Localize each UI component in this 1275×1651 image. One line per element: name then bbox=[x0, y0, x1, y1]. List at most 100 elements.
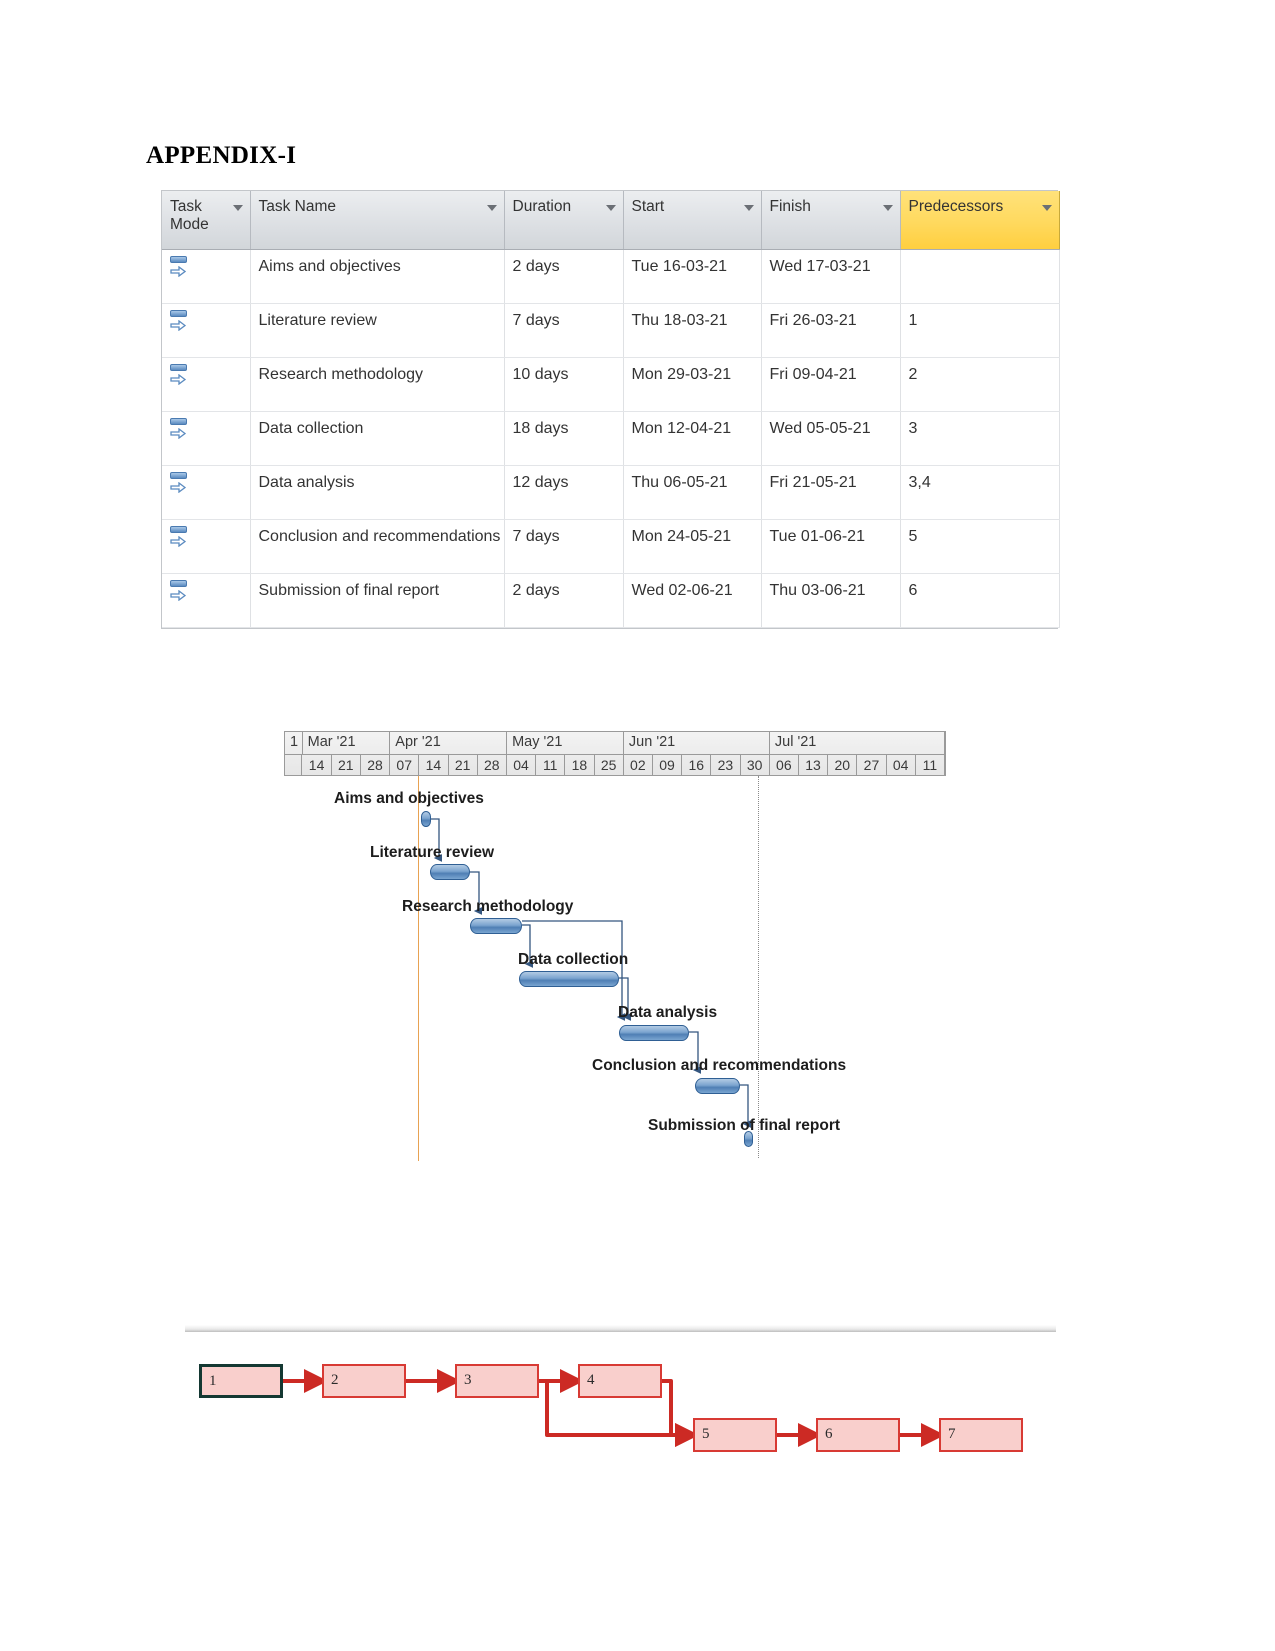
filter-arrow-icon[interactable] bbox=[605, 205, 616, 211]
cell-duration[interactable]: 12 days bbox=[504, 465, 624, 520]
cell-task-mode[interactable] bbox=[162, 411, 251, 466]
gantt-week-cell: 09 bbox=[652, 754, 683, 776]
gantt-week-cell: 30 bbox=[740, 754, 770, 776]
gantt-week-cell: 11 bbox=[915, 754, 945, 776]
task-table: Task Mode Task Name Duration Start Finis… bbox=[162, 191, 1060, 628]
filter-arrow-icon[interactable] bbox=[882, 205, 893, 211]
column-header-predecessors[interactable]: Predecessors bbox=[900, 191, 1060, 250]
column-header-task-name[interactable]: Task Name bbox=[250, 191, 505, 250]
network-node-5[interactable]: 5 bbox=[693, 1418, 777, 1452]
cell-start[interactable]: Mon 29-03-21 bbox=[623, 357, 762, 412]
cell-task-name[interactable]: Conclusion and recommendations bbox=[250, 519, 505, 574]
filter-arrow-icon[interactable] bbox=[1041, 205, 1052, 211]
cell-task-mode[interactable] bbox=[162, 249, 251, 304]
gantt-bar[interactable] bbox=[519, 971, 619, 988]
gantt-bar-label: Conclusion and recommendations bbox=[592, 1057, 847, 1074]
gantt-deadline-line bbox=[758, 776, 759, 1158]
table-row[interactable]: Research methodology 10 days Mon 29-03-21 F… bbox=[162, 357, 1060, 412]
gantt-bar-label: Research methodology bbox=[402, 898, 574, 915]
cell-duration[interactable]: 7 days bbox=[504, 303, 624, 358]
cell-task-mode[interactable] bbox=[162, 303, 251, 358]
cell-predecessors[interactable]: 3,4 bbox=[900, 465, 1060, 520]
cell-task-mode[interactable] bbox=[162, 519, 251, 574]
column-header-task-mode[interactable]: Task Mode bbox=[162, 191, 251, 250]
cell-task-name[interactable]: Submission of final report bbox=[250, 573, 505, 628]
column-header-finish[interactable]: Finish bbox=[761, 191, 901, 250]
gantt-week-cell: 23 bbox=[711, 754, 741, 776]
table-row[interactable]: Data collection 18 days Mon 12-04-21 Wed 05… bbox=[162, 411, 1060, 466]
gantt-week-cell: 16 bbox=[682, 754, 712, 776]
network-diagram: 1 2 3 45 6 7 bbox=[185, 1325, 1065, 1475]
gantt-bar-label: Submission of final report bbox=[648, 1117, 841, 1134]
cell-finish[interactable]: Tue 01-06-21 bbox=[761, 519, 901, 574]
column-header-duration[interactable]: Duration bbox=[504, 191, 624, 250]
gantt-week-cell: 04 bbox=[886, 754, 916, 776]
manually-scheduled-icon bbox=[170, 526, 189, 548]
cell-task-name[interactable]: Research methodology bbox=[250, 357, 505, 412]
column-header-start[interactable]: Start bbox=[623, 191, 762, 250]
gantt-chart: 1 Mar '21 Apr '21 May '21 Jun '21 Jul '21 14 2… bbox=[284, 731, 946, 1161]
cell-task-name[interactable]: Data collection bbox=[250, 411, 505, 466]
cell-start[interactable]: Thu 06-05-21 bbox=[623, 465, 762, 520]
cell-start[interactable]: Mon 24-05-21 bbox=[623, 519, 762, 574]
cell-predecessors[interactable]: 5 bbox=[900, 519, 1060, 574]
cell-finish[interactable]: Wed 05-05-21 bbox=[761, 411, 901, 466]
filter-arrow-icon[interactable] bbox=[743, 205, 754, 211]
cell-predecessors[interactable]: 1 bbox=[900, 303, 1060, 358]
gantt-bar[interactable] bbox=[695, 1078, 740, 1094]
cell-task-mode[interactable] bbox=[162, 465, 251, 520]
cell-finish[interactable]: Fri 21-05-21 bbox=[761, 465, 901, 520]
cell-task-mode[interactable] bbox=[162, 573, 251, 628]
gantt-today-line bbox=[418, 776, 419, 1161]
gantt-link bbox=[522, 920, 626, 1021]
table-row[interactable]: Submission of final report 2 days Wed 02-0… bbox=[162, 573, 1060, 628]
cell-finish[interactable]: Thu 03-06-21 bbox=[761, 573, 901, 628]
cell-start[interactable]: Thu 18-03-21 bbox=[623, 303, 762, 358]
cell-predecessors[interactable]: 6 bbox=[900, 573, 1060, 628]
network-node-1[interactable]: 1 bbox=[199, 1364, 283, 1398]
network-node-4[interactable]: 4 bbox=[578, 1364, 662, 1398]
cell-finish[interactable]: Fri 09-04-21 bbox=[761, 357, 901, 412]
cell-duration[interactable]: 7 days bbox=[504, 519, 624, 574]
cell-duration[interactable]: 10 days bbox=[504, 357, 624, 412]
gantt-week-cell: 28 bbox=[360, 754, 391, 776]
cell-predecessors[interactable]: 2 bbox=[900, 357, 1060, 412]
cell-task-name[interactable]: Data analysis bbox=[250, 465, 505, 520]
gantt-month-row: 1 Mar '21 Apr '21 May '21 Jun '21 Jul '21 bbox=[285, 732, 945, 754]
cell-duration[interactable]: 18 days bbox=[504, 411, 624, 466]
cell-task-name[interactable]: Literature review bbox=[250, 303, 505, 358]
gantt-week-row: 14 21 28 07 14 21 28 04 11 18 25 02 09 16 23 30 06 13 20 27… bbox=[285, 754, 945, 776]
gantt-bar[interactable] bbox=[470, 917, 522, 934]
network-node-2[interactable]: 2 bbox=[322, 1364, 406, 1398]
cell-predecessors[interactable]: 3 bbox=[900, 411, 1060, 466]
gantt-week-cell: 21 bbox=[331, 754, 361, 776]
gantt-bar-label: Data collection bbox=[518, 951, 629, 968]
cell-duration[interactable]: 2 days bbox=[504, 249, 624, 304]
table-row[interactable]: Literature review 7 days Thu 18-03-21 Fri 2… bbox=[162, 303, 1060, 358]
cell-finish[interactable]: Fri 26-03-21 bbox=[761, 303, 901, 358]
gantt-bar[interactable] bbox=[430, 864, 470, 881]
filter-arrow-icon[interactable] bbox=[232, 205, 243, 211]
network-node-7[interactable]: 7 bbox=[939, 1418, 1023, 1452]
gantt-bar-label: Data analysis bbox=[618, 1004, 718, 1021]
cell-start[interactable]: Tue 16-03-21 bbox=[623, 249, 762, 304]
cell-task-mode[interactable] bbox=[162, 357, 251, 412]
cell-start[interactable]: Wed 02-06-21 bbox=[623, 573, 762, 628]
network-node-3[interactable]: 3 bbox=[455, 1364, 539, 1398]
table-row[interactable]: Aims and objectives 2 days Tue 16-03-21 Wed… bbox=[162, 249, 1060, 304]
table-row[interactable]: Data analysis 12 days Thu 06-05-21 Fri 21-0… bbox=[162, 465, 1060, 520]
gantt-bar[interactable] bbox=[421, 811, 431, 827]
gantt-week-cell: 20 bbox=[828, 754, 858, 776]
table-row[interactable]: Conclusion and recommendations 7 days Mon … bbox=[162, 519, 1060, 574]
gantt-week-cell: 14 bbox=[419, 754, 449, 776]
cell-finish[interactable]: Wed 17-03-21 bbox=[761, 249, 901, 304]
filter-arrow-icon[interactable] bbox=[486, 205, 497, 211]
network-node-6[interactable]: 6 bbox=[816, 1418, 900, 1452]
cell-start[interactable]: Mon 12-04-21 bbox=[623, 411, 762, 466]
cell-task-name[interactable]: Aims and objectives bbox=[250, 249, 505, 304]
cell-predecessors[interactable] bbox=[900, 249, 1060, 304]
gantt-week-cell: 11 bbox=[536, 754, 566, 776]
cell-duration[interactable]: 2 days bbox=[504, 573, 624, 628]
gantt-bar[interactable] bbox=[619, 1024, 689, 1041]
gantt-week-cell: 28 bbox=[477, 754, 507, 776]
